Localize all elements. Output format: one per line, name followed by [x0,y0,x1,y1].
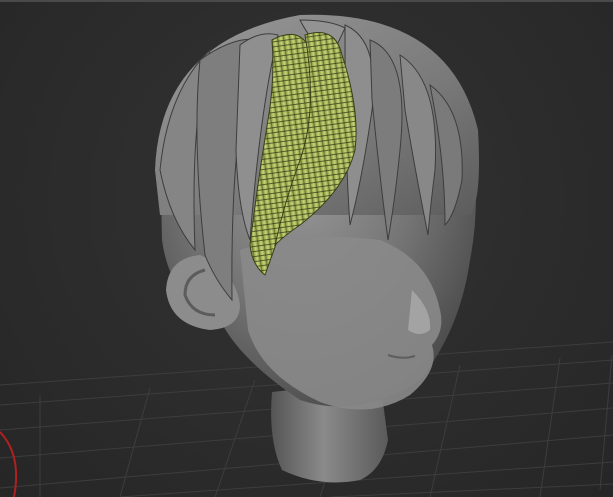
3d-viewport[interactable] [0,0,613,497]
scene-canvas[interactable] [0,0,613,497]
